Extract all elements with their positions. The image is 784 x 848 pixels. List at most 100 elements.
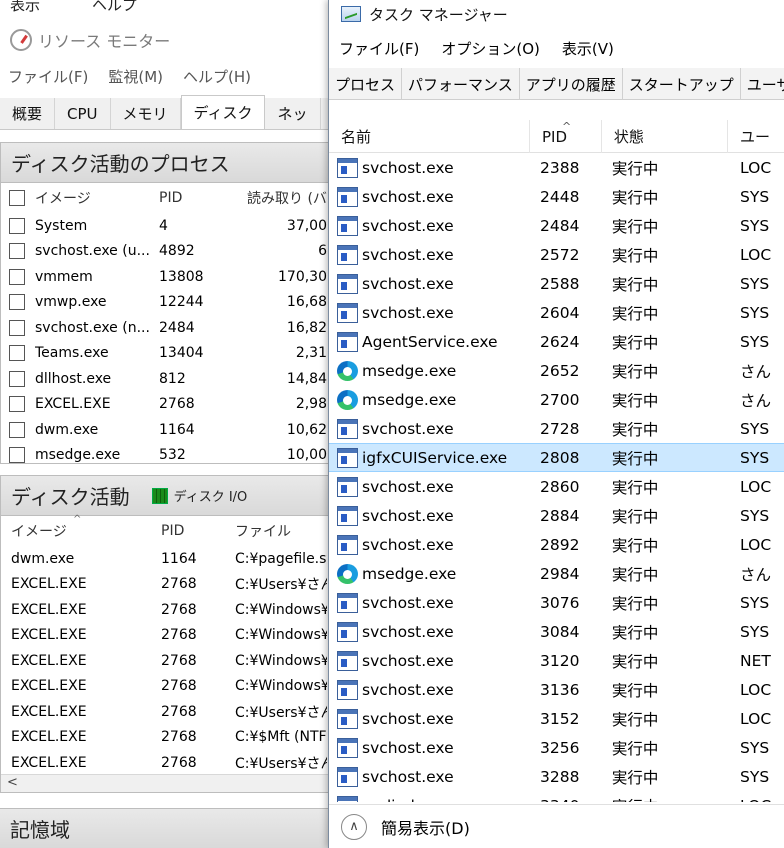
tab-startup[interactable]: スタートアップ [623, 68, 741, 100]
tab-processes[interactable]: プロセス [329, 68, 403, 100]
row-pid: 13808 [159, 268, 204, 285]
table-row[interactable]: svchost.exe 2728 実行中 SYS [329, 414, 784, 443]
tm-menu-file[interactable]: ファイル(F) [339, 38, 419, 59]
col-read[interactable]: 読み取り (バ [247, 188, 327, 208]
rm-top-menu-help[interactable]: ヘルプ [92, 0, 137, 15]
tm-menu-view[interactable]: 表示(V) [562, 38, 614, 59]
table-row[interactable]: audiodg.exe 3340実行中LOC [329, 791, 784, 802]
fewer-details-button[interactable]: 簡易表示(D) [381, 815, 470, 839]
row-checkbox[interactable] [9, 243, 25, 260]
rm-menu-file[interactable]: ファイル(F) [8, 66, 88, 87]
row-checkbox[interactable] [9, 319, 25, 336]
table-row[interactable]: svchost.exe 2484 実行中 SYS [329, 211, 784, 240]
table-row[interactable]: msedge.exe 2700 実行中 さん [329, 385, 784, 414]
table-row[interactable]: EXCEL.EXE 2768 C:¥$Mft (NTF [1, 725, 331, 751]
table-row[interactable]: EXCEL.EXE 2768 C:¥Windows¥ [1, 623, 331, 649]
col-status[interactable]: 状態 [602, 120, 729, 153]
table-row[interactable]: EXCEL.EXE 2768 C:¥Users¥さん [1, 699, 331, 725]
table-row[interactable]: dwm.exe 1164 C:¥pagefile.sy [1, 546, 331, 572]
rm-tab-disk[interactable]: ディスク [180, 95, 266, 129]
table-row[interactable]: svchost.exe 2588 実行中 SYS [329, 269, 784, 298]
row-user: SYS [740, 187, 770, 206]
rm-title: リソース モニター [38, 32, 171, 51]
table-row[interactable]: svchost.exe 3136 実行中 LOC [329, 675, 784, 704]
row-name: svchost.exe [362, 767, 454, 786]
table-row[interactable]: svchost.exe (u... 4892 6 [1, 239, 331, 265]
row-checkbox[interactable] [9, 217, 25, 234]
row-user: LOC [740, 709, 772, 728]
rm-tab-overview[interactable]: 概要 [0, 98, 56, 129]
table-row[interactable]: svchost.exe 2572 実行中 LOC [329, 240, 784, 269]
row-name-cell: svchost.exe [329, 472, 530, 501]
table-row[interactable]: Teams.exe 13404 2,31 [1, 341, 331, 367]
table-row[interactable]: EXCEL.EXE 2768 C:¥Windows¥ [1, 648, 331, 674]
table-row[interactable]: msedge.exe 2652 実行中 さん [329, 356, 784, 385]
row-pid: 3120 [540, 651, 580, 670]
table-row[interactable]: svchost.exe 2388 実行中 LOC [329, 153, 784, 182]
col-name[interactable]: 名前 [329, 120, 530, 153]
col-file[interactable]: ファイル [227, 521, 327, 541]
table-row[interactable]: svchost.exe 3288 実行中 SYS [329, 762, 784, 791]
table-row[interactable]: EXCEL.EXE 2768 C:¥Users¥さん [1, 572, 331, 598]
col-pid[interactable]: ^ PID [530, 120, 602, 153]
rm-menu-help[interactable]: ヘルプ(H) [183, 66, 251, 87]
row-checkbox[interactable] [9, 396, 25, 413]
col-pid[interactable]: PID [151, 523, 227, 539]
table-row[interactable]: svchost.exe 2884 実行中 SYS [329, 501, 784, 530]
row-pid: 3076 [540, 593, 580, 612]
table-row[interactable]: msedge.exe 532 10,00 [1, 443, 331, 463]
tab-performance[interactable]: パフォーマンス [402, 68, 520, 100]
storage-panel-header[interactable]: 記憶域 [0, 808, 332, 848]
table-row[interactable]: EXCEL.EXE 2768 C:¥Users¥さん [1, 750, 331, 776]
rm-tab-memory[interactable]: メモリ [111, 98, 181, 129]
disk-processes-header[interactable]: ディスク活動のプロセス [1, 143, 331, 183]
table-row[interactable]: svchost.exe 2860 実行中 LOC [329, 472, 784, 501]
tab-users[interactable]: ユーザー [741, 68, 784, 100]
scroll-left-icon[interactable]: < [7, 775, 18, 790]
tm-menu-options[interactable]: オプション(O) [441, 38, 540, 59]
rm-menu-monitor[interactable]: 監視(M) [108, 66, 163, 87]
row-checkbox[interactable] [9, 370, 25, 387]
row-pid: 2984 [540, 564, 580, 583]
table-row[interactable]: vmwp.exe 12244 16,68 [1, 290, 331, 316]
sort-up-icon: ^ [561, 120, 572, 133]
tab-app-history[interactable]: アプリの履歴 [520, 68, 623, 100]
rm-top-menu-view[interactable]: 表示 [10, 0, 40, 15]
col-image[interactable]: イメージ [35, 188, 159, 208]
table-row[interactable]: EXCEL.EXE 2768 2,98 [1, 392, 331, 418]
table-row[interactable]: svchost.exe 3084 実行中 SYS [329, 617, 784, 646]
row-checkbox[interactable] [9, 294, 25, 311]
table-row[interactable]: svchost.exe 3152 実行中 LOC [329, 704, 784, 733]
service-process-icon [337, 331, 358, 352]
col-user[interactable]: ユー [728, 120, 784, 153]
row-checkbox[interactable] [9, 268, 25, 285]
table-row[interactable]: svchost.exe 2448 実行中 SYS [329, 182, 784, 211]
table-row[interactable]: svchost.exe (n... 2484 16,82 [1, 315, 331, 341]
table-row[interactable]: dwm.exe 1164 10,62 [1, 417, 331, 443]
table-row[interactable]: EXCEL.EXE 2768 C:¥Windows¥ [1, 674, 331, 700]
horizontal-scrollbar[interactable]: < [1, 774, 331, 792]
table-row[interactable]: svchost.exe 3076 実行中 SYS [329, 588, 784, 617]
disk-activity-header[interactable]: ディスク活動 ディスク I/O [1, 476, 331, 516]
table-row-selected[interactable]: igfxCUIService.exe 2808 実行中 SYS [329, 443, 784, 472]
table-row[interactable]: AgentService.exe 2624 実行中 SYS [329, 327, 784, 356]
chevron-up-icon[interactable]: ∧ [341, 813, 367, 840]
table-row[interactable]: svchost.exe 2604 実行中 SYS [329, 298, 784, 327]
table-row[interactable]: vmmem 13808 170,30 [1, 264, 331, 290]
row-checkbox[interactable] [9, 421, 25, 438]
disk-activity-columns: ^ イメージ PID ファイル [1, 514, 331, 546]
table-row[interactable]: svchost.exe 2892 実行中 LOC [329, 530, 784, 559]
rm-tab-network[interactable]: ネッ [265, 98, 321, 129]
rm-tab-cpu[interactable]: CPU [55, 98, 111, 129]
table-row[interactable]: dllhost.exe 812 14,84 [1, 366, 331, 392]
row-checkbox[interactable] [9, 345, 25, 362]
table-row[interactable]: svchost.exe 3256 実行中 SYS [329, 733, 784, 762]
table-row[interactable]: EXCEL.EXE 2768 C:¥Windows¥ [1, 597, 331, 623]
col-pid[interactable]: PID [159, 190, 247, 206]
table-row[interactable]: msedge.exe 2984 実行中 さん [329, 559, 784, 588]
row-checkbox[interactable] [9, 447, 25, 463]
row-name: msedge.exe [362, 361, 457, 380]
select-all-checkbox[interactable] [9, 190, 25, 206]
table-row[interactable]: svchost.exe 3120 実行中 NET [329, 646, 784, 675]
table-row[interactable]: System 4 37,00 [1, 213, 331, 239]
